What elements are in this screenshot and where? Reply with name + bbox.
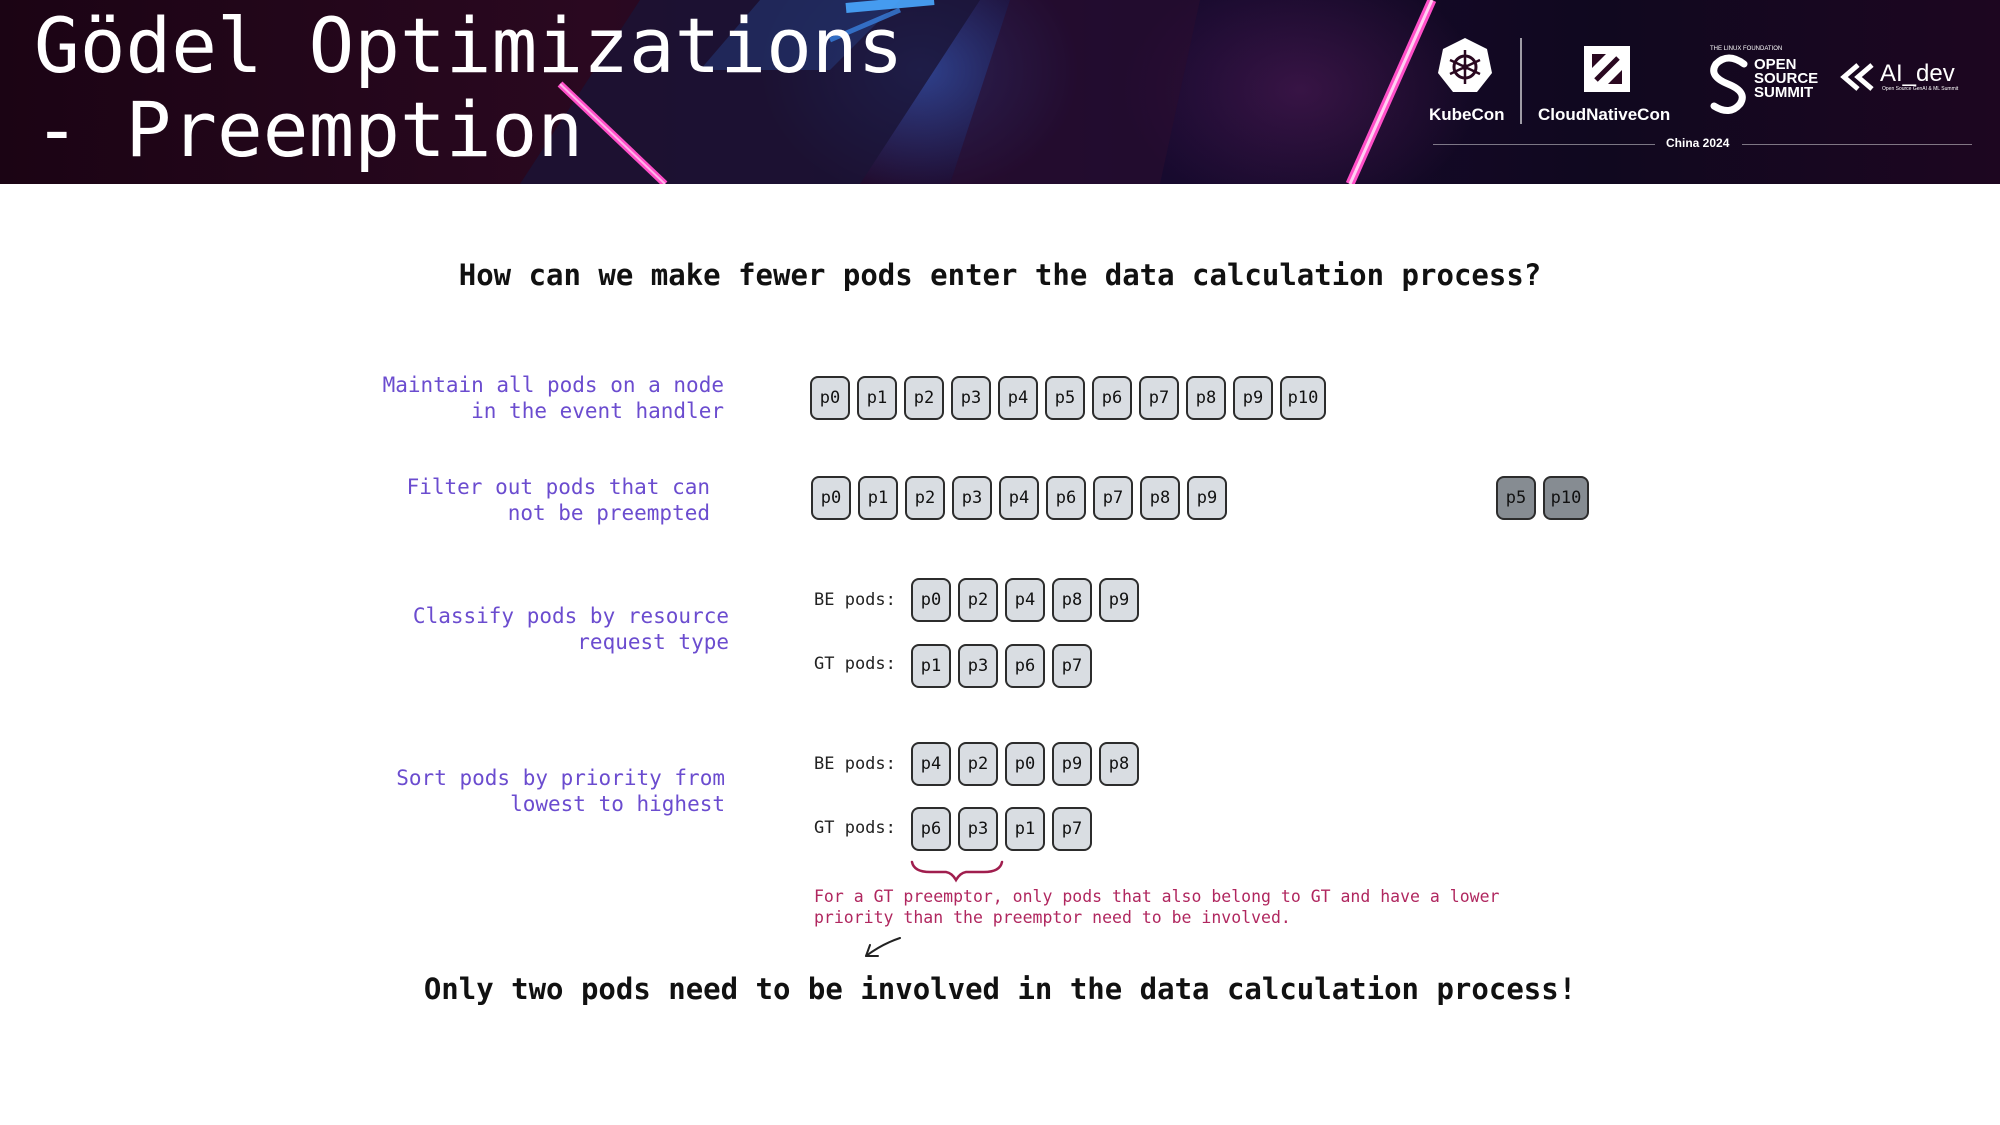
question-heading: How can we make fewer pods enter the dat… bbox=[458, 258, 1542, 292]
ai-dev-chevron-icon bbox=[1840, 63, 1874, 91]
conclusion-text: Only two pods need to be involved in the… bbox=[423, 972, 1577, 1006]
pod-chip-p0: p0 bbox=[811, 476, 851, 520]
pod-chip-p4: p4 bbox=[999, 476, 1039, 520]
pod-chip-p1: p1 bbox=[858, 476, 898, 520]
pod-chip-p7: p7 bbox=[1139, 376, 1179, 420]
pod-chip-p8: p8 bbox=[1052, 578, 1092, 622]
ai-dev-subtext: Open Source GenAI & ML Summit bbox=[1882, 86, 1959, 92]
pod-chip-p2: p2 bbox=[904, 376, 944, 420]
pod-row-all: p0 p1 p2 p3 p4 p5 p6 p7 p8 p9 p10 bbox=[810, 376, 1326, 420]
pod-row-filtered-out: p5 p10 bbox=[1496, 476, 1589, 520]
pod-chip-p2: p2 bbox=[958, 578, 998, 622]
pod-chip-p10: p10 bbox=[1543, 476, 1589, 520]
pod-row-be-classified: p0 p2 p4 p8 p9 bbox=[911, 578, 1139, 622]
pod-chip-p1: p1 bbox=[857, 376, 897, 420]
pod-chip-p6: p6 bbox=[911, 807, 951, 851]
step-label-filter: Filter out pods that can not be preempte… bbox=[406, 475, 710, 525]
gt-preemptor-note: For a GT preemptor, only pods that also … bbox=[814, 887, 1500, 927]
pod-chip-p3: p3 bbox=[952, 476, 992, 520]
event-rule-right bbox=[1742, 144, 1972, 145]
pod-chip-p2: p2 bbox=[905, 476, 945, 520]
pod-chip-p9: p9 bbox=[1099, 578, 1139, 622]
pod-chip-p1: p1 bbox=[1005, 807, 1045, 851]
pod-chip-p1: p1 bbox=[911, 644, 951, 688]
event-rule-left bbox=[1433, 144, 1655, 145]
pod-chip-p3: p3 bbox=[958, 644, 998, 688]
pod-chip-p4: p4 bbox=[1005, 578, 1045, 622]
header-banner: Gödel Optimizations - Preemption KubeCon… bbox=[0, 0, 2000, 184]
pod-chip-p3: p3 bbox=[951, 376, 991, 420]
logo-divider bbox=[1520, 38, 1522, 124]
pod-row-gt-sorted: p6 p3 p1 p7 bbox=[911, 807, 1092, 851]
be-pods-label: BE pods: bbox=[814, 754, 896, 774]
pod-chip-p4: p4 bbox=[998, 376, 1038, 420]
title-line-1: Gödel Optimizations bbox=[34, 1, 904, 90]
pod-row-preemptible: p0 p1 p2 p3 p4 p6 p7 p8 p9 bbox=[811, 476, 1227, 520]
gt-pods-label: GT pods: bbox=[814, 654, 896, 674]
kubernetes-helm-icon bbox=[1438, 38, 1492, 92]
pod-chip-p9: p9 bbox=[1052, 742, 1092, 786]
pod-chip-p9: p9 bbox=[1233, 376, 1273, 420]
pod-chip-p5: p5 bbox=[1045, 376, 1085, 420]
pod-chip-p8: p8 bbox=[1099, 742, 1139, 786]
pod-chip-p0: p0 bbox=[810, 376, 850, 420]
arrow-mark bbox=[865, 937, 901, 957]
pod-chip-p6: p6 bbox=[1092, 376, 1132, 420]
step-label-sort: Sort pods by priority from lowest to hig… bbox=[396, 766, 725, 816]
open-source-summit-s-icon bbox=[1710, 54, 1748, 114]
cloudnativecon-logo-text: CloudNativeCon bbox=[1538, 105, 1671, 124]
oss-line-3: SUMMIT bbox=[1754, 84, 1814, 101]
pod-chip-p8: p8 bbox=[1140, 476, 1180, 520]
pod-chip-p7: p7 bbox=[1093, 476, 1133, 520]
linux-foundation-text: THE LINUX FOUNDATION bbox=[1710, 46, 1783, 52]
slide-title: Gödel Optimizations - Preemption bbox=[34, 4, 903, 172]
pod-chip-p9: p9 bbox=[1187, 476, 1227, 520]
ai-dev-logo-text: AI_dev bbox=[1880, 60, 1955, 87]
pod-chip-p6: p6 bbox=[1005, 644, 1045, 688]
pod-chip-p0: p0 bbox=[1005, 742, 1045, 786]
title-line-2: - Preemption bbox=[34, 85, 584, 174]
pod-chip-p8: p8 bbox=[1186, 376, 1226, 420]
event-location-text: China 2024 bbox=[1666, 136, 1730, 150]
pod-chip-p4: p4 bbox=[911, 742, 951, 786]
pod-chip-p7: p7 bbox=[1052, 807, 1092, 851]
arrowhead-mark bbox=[865, 944, 879, 957]
be-pods-label: BE pods: bbox=[814, 590, 896, 610]
gt-pods-label: GT pods: bbox=[814, 818, 896, 838]
brace-mark bbox=[910, 860, 1004, 883]
cncf-icon bbox=[1584, 46, 1630, 92]
pod-chip-p0: p0 bbox=[911, 578, 951, 622]
pod-chip-p5: p5 bbox=[1496, 476, 1536, 520]
pod-chip-p2: p2 bbox=[958, 742, 998, 786]
pod-chip-p10: p10 bbox=[1280, 376, 1326, 420]
step-label-classify: Classify pods by resource request type bbox=[412, 604, 729, 654]
pod-chip-p7: p7 bbox=[1052, 644, 1092, 688]
pod-row-gt-classified: p1 p3 p6 p7 bbox=[911, 644, 1092, 688]
pod-chip-p3: p3 bbox=[958, 807, 998, 851]
open-source-summit-text: OPEN SOURCE SUMMIT bbox=[1754, 57, 1818, 101]
kubecon-logo-text: KubeCon bbox=[1429, 105, 1505, 124]
pod-row-be-sorted: p4 p2 p0 p9 p8 bbox=[911, 742, 1139, 786]
step-label-maintain: Maintain all pods on a node in the event… bbox=[382, 373, 724, 423]
pod-chip-p6: p6 bbox=[1046, 476, 1086, 520]
